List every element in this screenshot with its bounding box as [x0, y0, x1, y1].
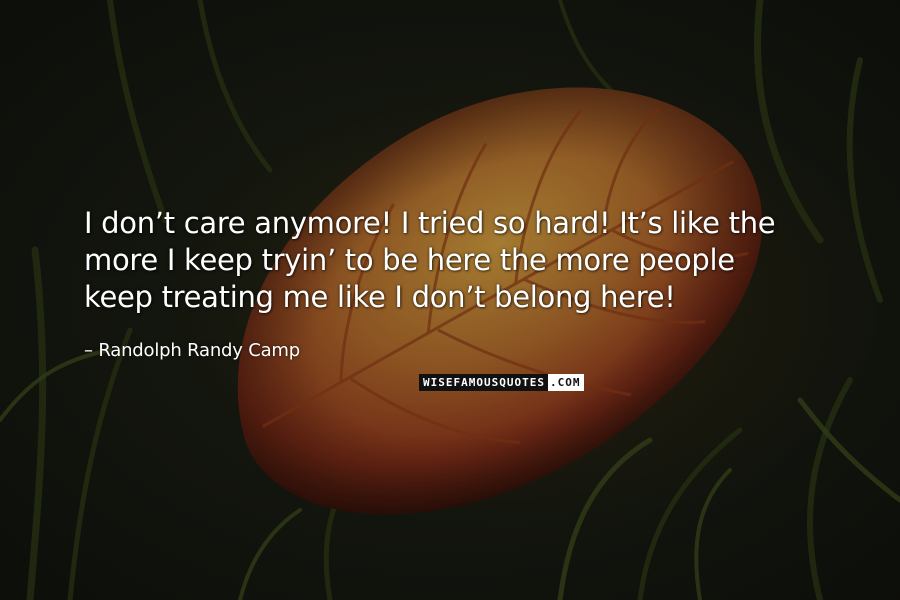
watermark-part-2: .COM: [547, 374, 585, 391]
quote-line-3: keep treating me like I don’t belong her…: [84, 280, 676, 314]
watermark-part-1: WISEFAMOUSQUOTES: [419, 374, 548, 391]
quote-line-2: more I keep tryin’ to be here the more p…: [84, 243, 735, 277]
site-watermark: WISEFAMOUSQUOTES .COM: [419, 374, 585, 391]
author-dash: –: [84, 340, 93, 361]
quote-author: – Randolph Randy Camp: [84, 339, 300, 363]
quote-card: I don’t care anymore! I tried so hard! I…: [0, 0, 900, 600]
author-name: Randolph Randy Camp: [98, 340, 300, 361]
quote-line-1: I don’t care anymore! I tried so hard! I…: [84, 206, 776, 240]
quote-text: I don’t care anymore! I tried so hard! I…: [84, 205, 844, 316]
